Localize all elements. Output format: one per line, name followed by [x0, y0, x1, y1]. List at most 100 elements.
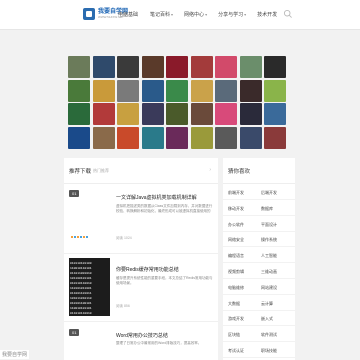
thumbnail-tile[interactable] [92, 56, 115, 78]
nav-item-computer-basics[interactable]: 电脑基础 [118, 11, 139, 18]
thumbnail-tile[interactable] [166, 79, 188, 102]
thumbnail-tile[interactable] [166, 56, 188, 78]
thumbnail-tile[interactable] [264, 126, 286, 149]
sidebar-link[interactable]: 操作系统 [261, 237, 277, 243]
thumbnail-tile[interactable] [215, 103, 237, 125]
thumbnail-tile[interactable] [117, 126, 139, 149]
sidebar-link[interactable]: 考试认证 [228, 348, 244, 354]
article-title[interactable]: 一文详解Java虚拟机类加载机制详解 [116, 194, 214, 201]
top-navbar: 我要自学网 WWW.51ZXW.NET 电脑基础 笔记百科▾ 网络中心▾ 分享与… [0, 0, 360, 30]
sidebar-row: 考试认证 职场技能 [223, 343, 295, 358]
thumbnail-tile[interactable] [68, 56, 90, 78]
status-text: 我要自学网 [0, 350, 30, 359]
article-item[interactable]: 01 Word常用办公技巧总结 整理了日常办公中最常用的Word排版技巧，提高效… [64, 326, 218, 360]
sidebar-row: 区块链 软件测试 [223, 327, 295, 343]
sidebar-link[interactable]: 三维动画 [261, 269, 277, 275]
thumbnail-tile[interactable] [68, 103, 90, 125]
sidebar-link[interactable]: 移动开发 [228, 206, 244, 212]
panel-header: 推荐下载 热门推荐 › [64, 158, 218, 184]
article-thumbnail[interactable]: 010110101100 110010110101 011011001010 101… [69, 258, 110, 316]
logo-icon [83, 8, 95, 20]
thumbnail-tile[interactable] [92, 126, 115, 149]
article-desc: 整理了日常办公中最常用的Word排版技巧，提高效率。 [116, 341, 202, 345]
sidebar-link[interactable]: 软件测试 [261, 332, 277, 338]
thumbnail-tile[interactable] [92, 79, 115, 102]
thumbnail-tile[interactable] [141, 103, 164, 125]
article-title[interactable]: 你要Redis缓存常用功能总结 [116, 266, 214, 273]
recommended-panel: 推荐下载 热门推荐 › 01 一文详解Java虚拟机类加载机制详解 虚拟机把描述… [64, 158, 218, 360]
article-tag: 01 [69, 190, 80, 197]
article-item[interactable]: 01 一文详解Java虚拟机类加载机制详解 虚拟机把描述类的数据从Class文件… [64, 186, 218, 254]
nav-item-dev[interactable]: 技术开发 [257, 11, 278, 18]
article-title[interactable]: Word常用办公技巧总结 [116, 332, 214, 339]
thumbnail-tile[interactable] [190, 126, 213, 149]
thumbnail-tile[interactable] [215, 56, 237, 78]
thumbnail-tile[interactable] [239, 126, 262, 149]
sidebar-link[interactable]: 游戏开发 [228, 316, 244, 322]
thumbnail-tile[interactable] [264, 103, 286, 125]
thumbnail-tile[interactable] [190, 56, 213, 78]
thumbnail-tile[interactable] [117, 79, 139, 102]
sidebar-row: 网络安全 操作系统 [223, 232, 295, 248]
thumbnail-tile[interactable] [215, 79, 237, 102]
sidebar-link[interactable]: 平面设计 [261, 222, 277, 228]
panel-title: 推荐下载 [69, 169, 92, 175]
sidebar-link[interactable]: 区块链 [228, 332, 240, 338]
svg-text:011010110010: 011010110010 [70, 312, 92, 315]
svg-text:101100101101: 101100101101 [70, 277, 92, 280]
sidebar-link[interactable]: 云计算 [261, 301, 273, 307]
thumbnail-tile[interactable] [166, 126, 188, 149]
thumbnail-tile[interactable] [68, 79, 90, 102]
sidebar-link[interactable]: 嵌入式 [261, 316, 273, 322]
article-meta: 阅读 856 [116, 304, 130, 308]
thumbnail-tile[interactable] [264, 56, 286, 78]
svg-text:110101011001: 110101011001 [70, 287, 92, 290]
sidebar-row: 大数据 云计算 [223, 296, 295, 311]
nav-item-share[interactable]: 分享与学习▾ [218, 11, 246, 18]
sidebar-link[interactable]: 数据库 [261, 206, 273, 212]
sidebar-link[interactable]: 电脑维修 [228, 285, 244, 291]
sidebar-panel: 猜你喜欢 前端开发 后端开发移动开发 数据库办公软件 平面设计网络安全 操作系统编程语言… [223, 158, 295, 360]
thumbnail-tile[interactable] [141, 126, 164, 149]
sidebar-link[interactable]: 职场技能 [261, 348, 277, 354]
svg-text:011011001010: 011011001010 [70, 272, 92, 275]
thumbnail-tile[interactable] [215, 126, 237, 149]
thumbnail-tile[interactable] [68, 126, 90, 149]
article-desc: 虚拟机把描述类的数据从Class文件加载到内存，并对数据进行校验、转换解析和初始… [116, 204, 213, 213]
thumbnail-tile[interactable] [92, 103, 115, 125]
svg-text:010110110010: 010110110010 [70, 282, 92, 285]
sidebar-link[interactable]: 网络安全 [228, 237, 244, 243]
sidebar-link[interactable]: 视频剪辑 [228, 269, 244, 275]
thumbnail-tile[interactable] [117, 103, 139, 125]
sidebar-row: 办公软件 平面设计 [223, 217, 295, 232]
thumbnail-tile[interactable] [141, 79, 164, 102]
thumbnail-tile[interactable] [239, 103, 262, 125]
thumbnail-tile[interactable] [166, 103, 188, 125]
thumbnail-tile[interactable] [141, 56, 164, 78]
search-icon[interactable] [283, 9, 293, 19]
svg-text:010101100101: 010101100101 [70, 302, 92, 305]
thumbnail-tile[interactable] [239, 56, 262, 78]
sidebar-title: 猜你喜欢 [228, 169, 251, 175]
svg-text:110010110101: 110010110101 [70, 267, 92, 270]
sidebar-row: 编程语言 人工智能 [223, 248, 295, 264]
nav-item-notes[interactable]: 笔记百科▾ [150, 11, 173, 18]
thumbnail-tile[interactable] [190, 79, 213, 102]
sidebar-row: 电脑维修 网站建设 [223, 280, 295, 295]
thumbnail-tile[interactable] [239, 79, 262, 102]
sidebar-link[interactable]: 编程语言 [228, 253, 244, 259]
article-item[interactable]: 010110101100 110010110101 011011001010 101… [64, 258, 218, 322]
sidebar-link[interactable]: 后端开发 [261, 190, 277, 196]
more-icon[interactable]: › [209, 167, 211, 173]
thumbnail-tile[interactable] [190, 103, 213, 125]
sidebar-link[interactable]: 网站建设 [261, 285, 277, 291]
thumbnail-tile[interactable] [117, 56, 139, 78]
sidebar-row: 视频剪辑 三维动画 [223, 264, 295, 279]
sidebar-link[interactable]: 人工智能 [261, 253, 277, 259]
thumbnail-tile[interactable] [264, 79, 286, 102]
sidebar-link[interactable]: 大数据 [228, 301, 240, 307]
sidebar-link[interactable]: 办公软件 [228, 222, 244, 228]
sidebar-link[interactable]: 前端开发 [228, 190, 244, 196]
article-desc: 缓存是提升系统性能的重要手段，本文总结了Redis常用功能与使用场景。 [116, 276, 213, 285]
nav-item-network[interactable]: 网络中心▾ [184, 11, 207, 18]
